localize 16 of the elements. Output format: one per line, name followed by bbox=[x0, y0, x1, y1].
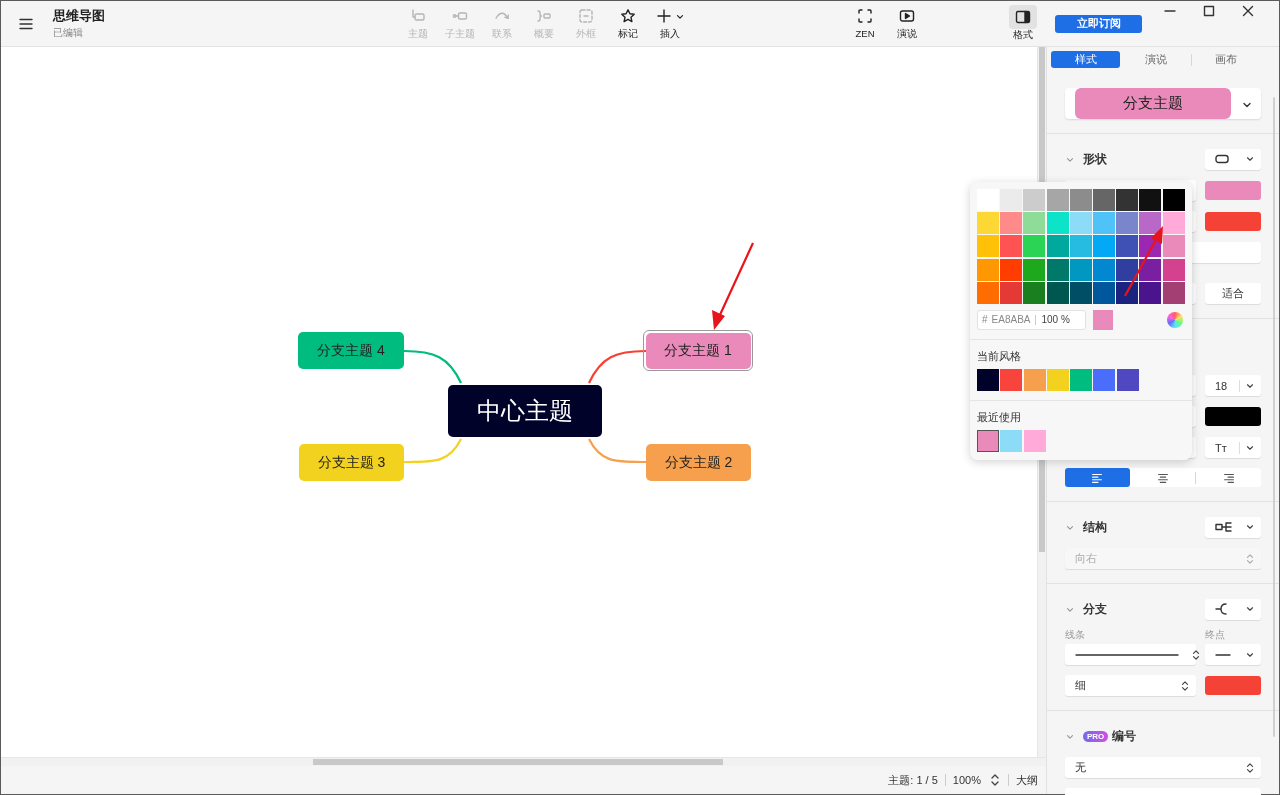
zoom-level: 100% bbox=[952, 774, 981, 786]
hash-label: # bbox=[982, 314, 988, 326]
section-title: 分支 bbox=[1083, 601, 1107, 617]
document-title: 思维导图 bbox=[53, 7, 105, 25]
section-title: 当前风格 bbox=[977, 349, 1022, 364]
pro-badge: PRO bbox=[1083, 730, 1109, 742]
hex-value: EA8ABA bbox=[991, 314, 1031, 326]
save-status: 已编辑 bbox=[53, 26, 83, 40]
field-label: 终点 bbox=[1205, 628, 1226, 642]
section-title: 形状 bbox=[1083, 151, 1107, 167]
section-title: 结构 bbox=[1083, 519, 1107, 535]
opacity-value: 100 % bbox=[1041, 314, 1070, 326]
field-label: 线条 bbox=[1065, 628, 1085, 642]
section-title: 编号 bbox=[1112, 728, 1137, 744]
topic-count: 主题: 1 / 5 bbox=[888, 772, 938, 788]
section-title: 最近使用 bbox=[977, 410, 1022, 425]
